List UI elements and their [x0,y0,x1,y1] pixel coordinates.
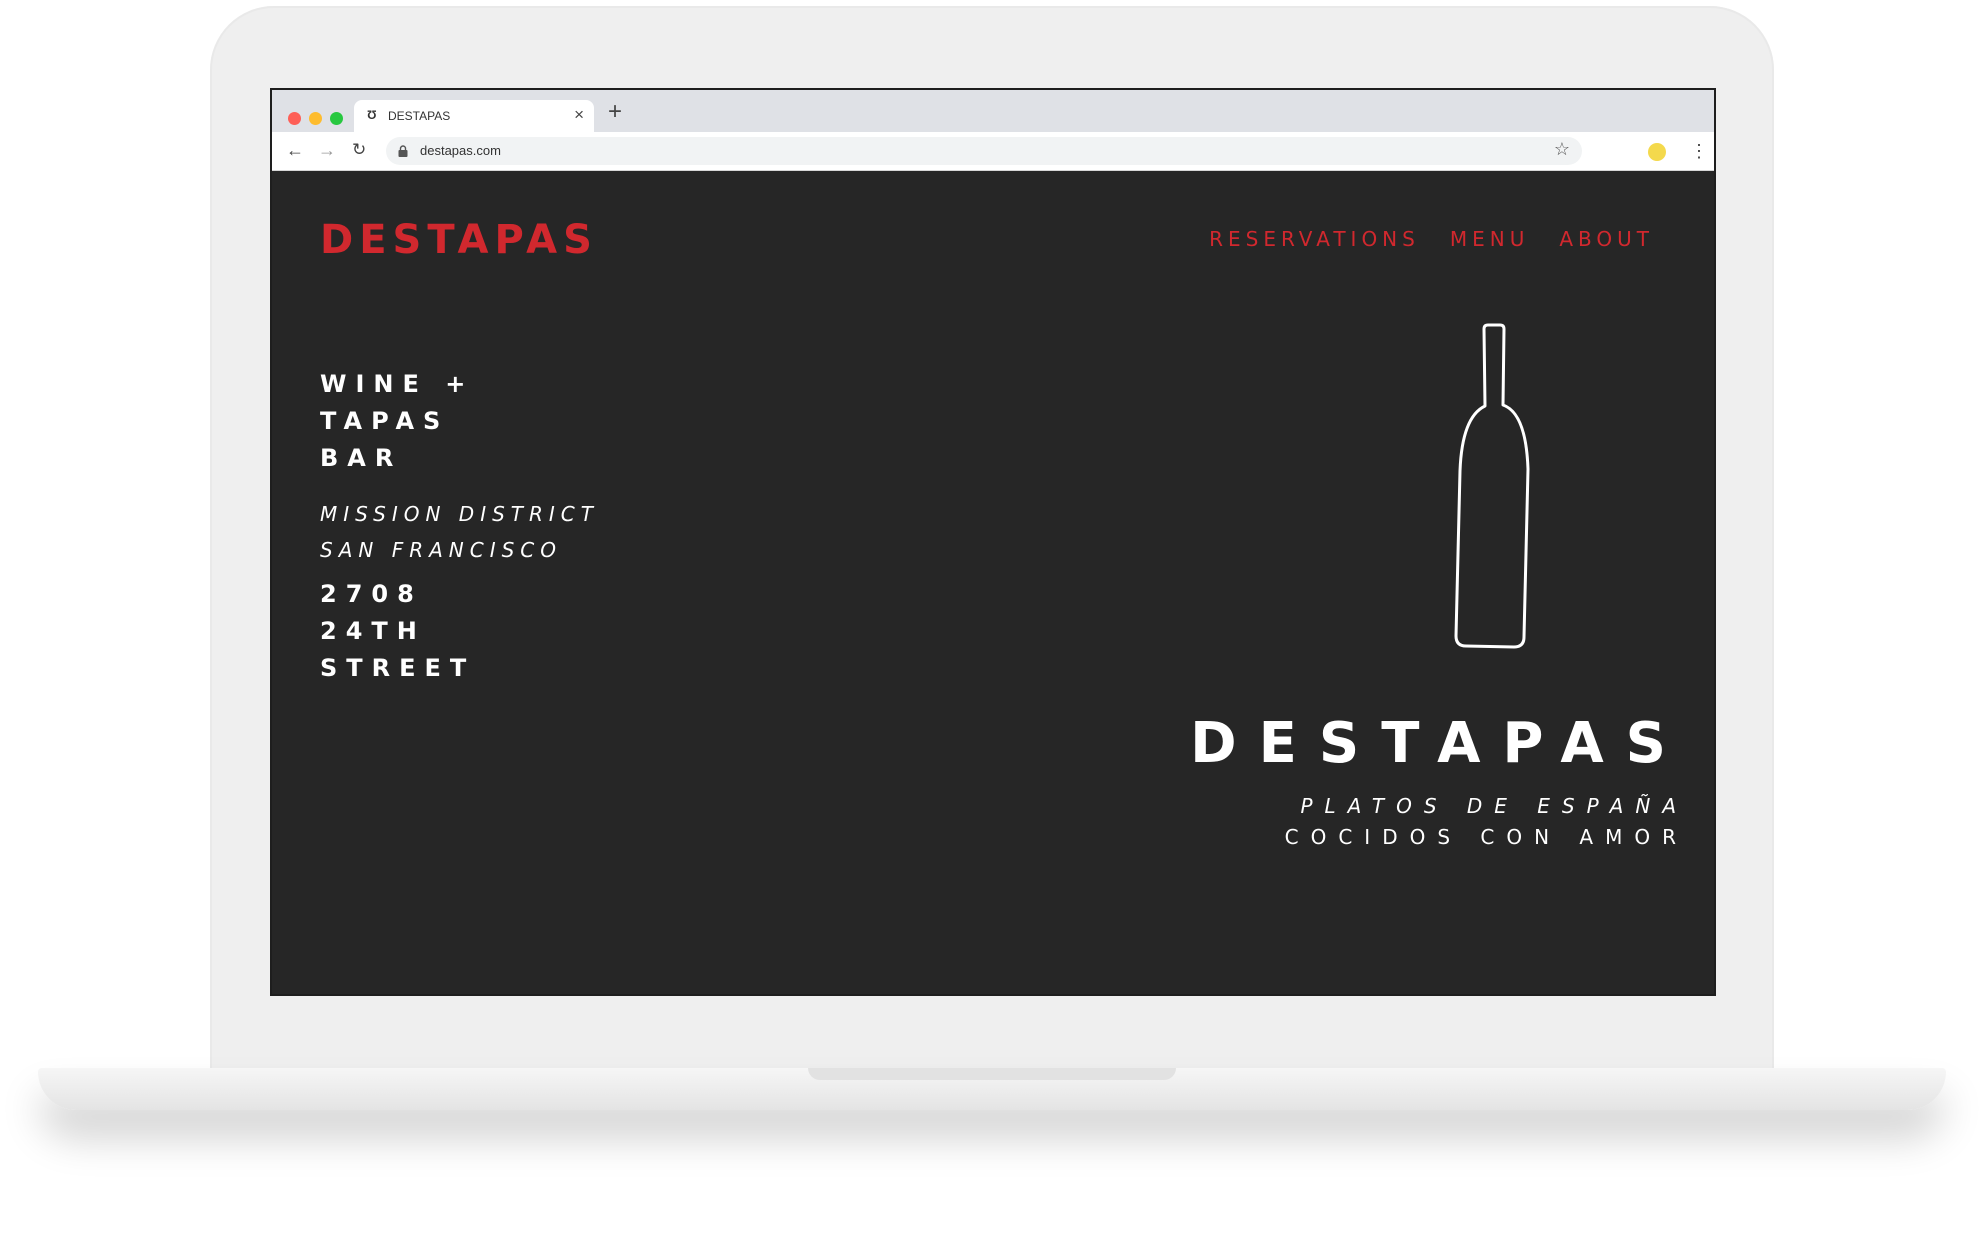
location-line: MISSION DISTRICT [320,502,599,526]
minimize-window-button[interactable] [309,112,322,125]
hero-title: DESTAPAS [1190,711,1688,776]
tagline: WINE + TAPAS BAR [320,366,474,477]
maximize-window-button[interactable] [330,112,343,125]
tagline-line: BAR [320,444,403,472]
tab-destapas[interactable]: Ʊ DESTAPAS × [354,100,594,132]
webpage: DESTAPAS RESERVATIONS MENU ABOUT WINE + … [272,171,1714,994]
wine-bottle-icon [1454,323,1530,649]
nav-about[interactable]: ABOUT [1559,227,1654,251]
tagline-line: TAPAS [320,407,450,435]
lock-icon [398,145,408,157]
address-line: 2708 [320,580,423,608]
nav-reservations[interactable]: RESERVATIONS [1209,227,1420,251]
address-line: STREET [320,654,476,682]
main-nav: RESERVATIONS MENU ABOUT [1209,227,1654,251]
laptop-mockup: Ʊ DESTAPAS × + ← → ↻ destapas.com ☆ ⋮ DE… [0,0,1984,1238]
new-tab-button[interactable]: + [608,100,622,124]
back-arrow-icon[interactable]: ← [286,138,304,162]
close-window-button[interactable] [288,112,301,125]
bookmark-star-icon[interactable]: ☆ [1554,139,1570,160]
address-line: 24TH [320,617,426,645]
favicon-icon: Ʊ [367,108,377,122]
site-logo[interactable]: DESTAPAS [320,217,598,263]
nav-menu[interactable]: MENU [1450,227,1530,251]
browser-menu-icon[interactable]: ⋮ [1690,139,1708,163]
laptop-notch [808,1068,1176,1080]
tab-title: DESTAPAS [388,109,451,123]
location: MISSION DISTRICT SAN FRANCISCO [320,496,599,568]
forward-arrow-icon[interactable]: → [318,138,336,162]
profile-avatar[interactable] [1648,143,1666,161]
tagline-line: WINE + [320,370,475,398]
hero-subtitle-line: PLATOS DE ESPAÑA [1300,794,1688,818]
location-line: SAN FRANCISCO [320,538,563,562]
address: 2708 24TH STREET [320,576,475,687]
reload-icon[interactable]: ↻ [352,138,366,162]
browser-window: Ʊ DESTAPAS × + ← → ↻ destapas.com ☆ ⋮ DE… [270,88,1716,996]
hero-subtitle-line: COCIDOS CON AMOR [1284,825,1688,849]
tab-strip: Ʊ DESTAPAS × + [272,90,1714,132]
browser-toolbar: ← → ↻ destapas.com ☆ ⋮ [272,132,1714,171]
address-bar[interactable]: destapas.com ☆ [386,137,1582,165]
url-text: destapas.com [420,143,501,158]
hero-subtitle: PLATOS DE ESPAÑA COCIDOS CON AMOR [1285,791,1688,853]
close-tab-icon[interactable]: × [574,105,584,125]
